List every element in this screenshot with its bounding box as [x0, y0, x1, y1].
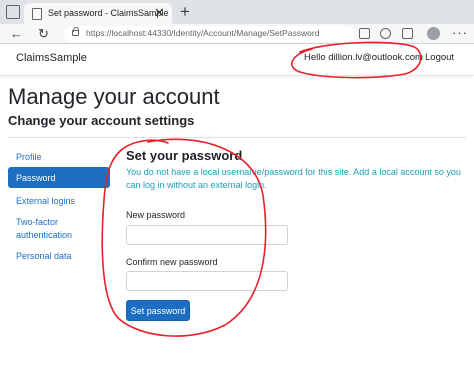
- address-bar-row: ← ↻ https://localhost:44330/Identity/Acc…: [0, 24, 474, 44]
- sidenav-item-profile[interactable]: Profile: [8, 152, 110, 162]
- page-favicon-icon: [32, 8, 42, 20]
- address-url[interactable]: https://localhost:44330/Identity/Account…: [86, 28, 319, 38]
- browser-tab-strip: Set password - ClaimsSample ✕ +: [0, 0, 474, 24]
- window-menu-icon[interactable]: [6, 5, 20, 19]
- app-navbar: ClaimsSample Hello dillion.lv@outlook.co…: [0, 44, 474, 76]
- confirm-password-label: Confirm new password: [126, 257, 218, 267]
- set-password-button[interactable]: Set password: [126, 300, 190, 321]
- logout-button[interactable]: Logout: [425, 52, 454, 63]
- app-available-icon[interactable]: [359, 28, 370, 39]
- tab-title: Set password - ClaimsSample: [48, 8, 169, 18]
- brand-link[interactable]: ClaimsSample: [16, 52, 87, 64]
- address-bar[interactable]: https://localhost:44330/Identity/Account…: [64, 26, 354, 42]
- sidenav-item-two-factor[interactable]: Two-factor authentication: [8, 216, 100, 242]
- page-subtitle: Change your account settings: [8, 113, 195, 128]
- page-title: Manage your account: [8, 84, 220, 109]
- lock-icon[interactable]: [72, 27, 79, 36]
- refresh-icon[interactable]: ↻: [38, 25, 49, 43]
- user-greeting-link[interactable]: Hello dillion.lv@outlook.com: [304, 52, 423, 63]
- more-options-icon[interactable]: ···: [452, 24, 468, 42]
- info-message: You do not have a local username/passwor…: [126, 167, 461, 190]
- new-password-label: New password: [126, 210, 186, 220]
- browser-tab[interactable]: Set password - ClaimsSample ✕: [24, 3, 172, 24]
- form-heading: Set your password: [126, 148, 243, 163]
- collections-icon[interactable]: [402, 28, 413, 39]
- favorites-icon[interactable]: [380, 28, 391, 39]
- sidenav-item-personal-data[interactable]: Personal data: [8, 251, 110, 261]
- back-icon[interactable]: ←: [10, 25, 23, 43]
- profile-avatar[interactable]: [427, 27, 440, 40]
- new-password-field[interactable]: [126, 225, 288, 245]
- sidenav-item-password[interactable]: Password: [8, 167, 110, 188]
- sidenav-item-external-logins[interactable]: External logins: [8, 196, 110, 206]
- new-tab-icon[interactable]: +: [180, 1, 190, 23]
- tab-close-icon[interactable]: ✕: [154, 5, 165, 21]
- confirm-password-field[interactable]: [126, 271, 288, 291]
- divider: [8, 137, 466, 138]
